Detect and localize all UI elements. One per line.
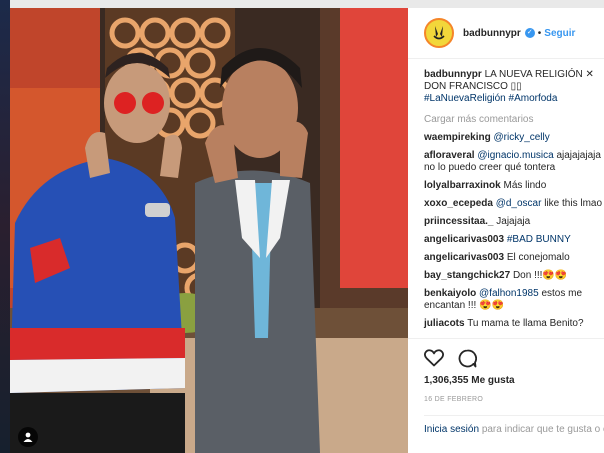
login-prompt-text: para indicar que te gusta o comentar. (481, 424, 604, 435)
caption-username[interactable]: badbunnypr (424, 69, 482, 80)
caption-hashtag[interactable]: #Amorfoda (509, 93, 558, 104)
comment-item: xoxo_ecepeda @d_oscar like this lmao (424, 198, 604, 210)
comment-item: afloraveral @ignacio.musica ajajajajaja … (424, 150, 604, 174)
comment-username[interactable]: priincessitaa._ (424, 216, 493, 227)
comment-mention[interactable]: @falhon1985 (479, 288, 539, 299)
comment-mention[interactable]: @ignacio.musica (477, 150, 553, 161)
comment-username[interactable]: benkaiyolo (424, 288, 476, 299)
comment-username[interactable]: afloraveral (424, 150, 475, 161)
comment-text: El conejomalo (506, 252, 570, 263)
comment-item: bay_stangchick27 Don !!!😍😍 (424, 270, 604, 282)
action-icons (424, 347, 604, 369)
bunny-logo-icon (433, 26, 445, 40)
comments-section: badbunnypr LA NUEVA RELIGIÓN ✕ DON FRANC… (408, 59, 604, 330)
comment-text: Jajajaja (496, 216, 531, 227)
comment-username[interactable]: waempireking (424, 132, 491, 143)
comment-hashtag[interactable]: #BAD BUNNY (507, 234, 571, 245)
comment-text: like this lmao (544, 198, 603, 209)
photo-illustration (10, 8, 408, 453)
comment-item: waempireking @ricky_celly (424, 132, 604, 144)
page-background-strip (0, 0, 10, 453)
comment-item: lolyalbarraxinok Más lindo (424, 180, 604, 192)
comment-username[interactable]: xoxo_ecepeda (424, 198, 493, 209)
comment-item: benkaiyolo @falhon1985 estos me encantan… (424, 288, 604, 312)
follow-button[interactable]: Seguir (544, 28, 575, 39)
post-caption: badbunnypr LA NUEVA RELIGIÓN ✕ DON FRANC… (424, 69, 600, 105)
post-details-panel: badbunnypr ✓ • Seguir badbunnypr LA NUEV… (408, 8, 604, 453)
comment-username[interactable]: bay_stangchick27 (424, 270, 510, 281)
comment-username[interactable]: juliacots (424, 318, 465, 329)
post-actions: 1,306,355 Me gusta 16 DE FEBRERO Inicia … (408, 338, 604, 453)
login-link[interactable]: Inicia sesión (424, 424, 479, 435)
comment-username[interactable]: angelicarivas003 (424, 234, 504, 245)
post-username[interactable]: badbunnypr (463, 28, 521, 39)
comment-text: Don !!!😍😍 (512, 270, 568, 281)
comment-mention[interactable]: @ricky_celly (493, 132, 549, 143)
caption-hashtag[interactable]: #LaNuevaReligión (424, 93, 506, 104)
load-more-comments-button[interactable]: Cargar más comentarios (424, 114, 604, 125)
comment-icon[interactable] (458, 349, 477, 368)
comment-text: Más lindo (503, 180, 547, 191)
post-date: 16 DE FEBRERO (424, 396, 484, 403)
comment-text: Tu mama te llama Benito? (467, 318, 584, 329)
comment-username[interactable]: lolyalbarraxinok (424, 180, 501, 191)
heart-icon[interactable] (424, 349, 444, 367)
post-photo[interactable] (10, 8, 408, 453)
comment-mention[interactable]: @d_oscar (496, 198, 542, 209)
comment-item: juliacots Tu mama te llama Benito? (424, 318, 604, 330)
login-prompt: Inicia sesión para indicar que te gusta … (424, 415, 604, 436)
separator-dot: • (537, 27, 542, 39)
likes-count[interactable]: 1,306,355 Me gusta (424, 375, 604, 386)
verified-badge-icon: ✓ (524, 28, 535, 38)
user-tag-icon[interactable] (18, 427, 38, 447)
comment-item: priincessitaa._ Jajajaja (424, 216, 604, 228)
post-header: badbunnypr ✓ • Seguir (408, 8, 604, 59)
comment-username[interactable]: angelicarivas003 (424, 252, 504, 263)
comment-item: angelicarivas003 El conejomalo (424, 252, 604, 264)
comment-item: angelicarivas003 #BAD BUNNY (424, 234, 604, 246)
avatar[interactable] (424, 18, 454, 48)
